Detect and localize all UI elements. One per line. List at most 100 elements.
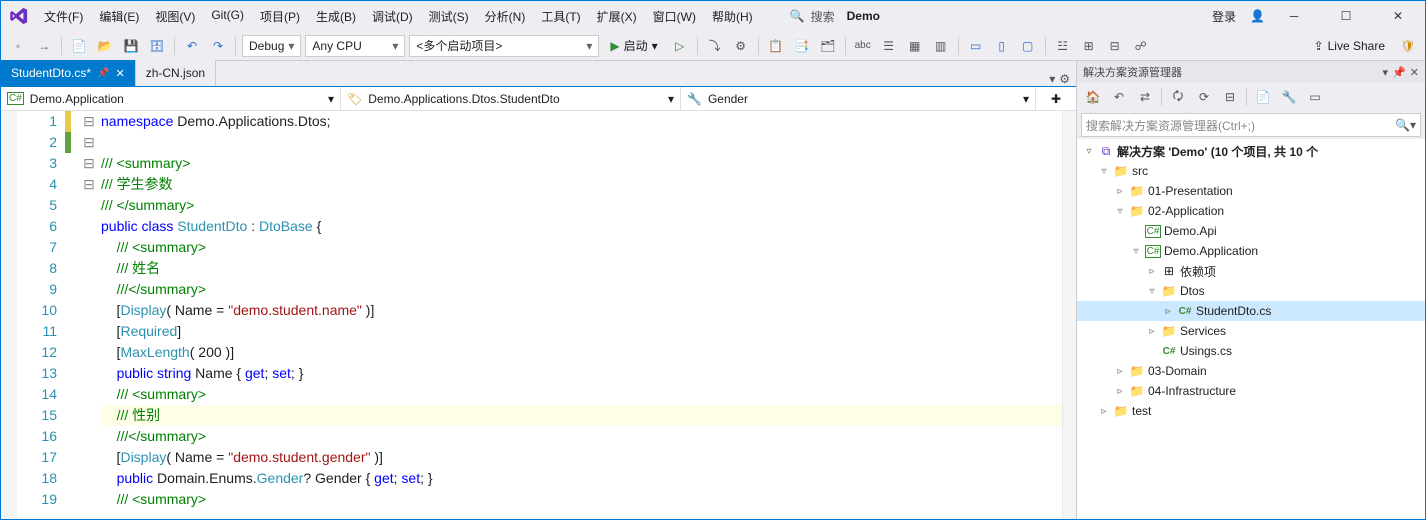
tree-row[interactable]: ▿📁Dtos: [1077, 281, 1425, 301]
tree-row[interactable]: C#Usings.cs: [1077, 341, 1425, 361]
sol-properties-button[interactable]: 🔧: [1277, 85, 1301, 109]
nav-type-combo[interactable]: 🏷 Demo.Applications.Dtos.StudentDto▾: [341, 87, 681, 110]
solution-search-input[interactable]: 搜索解决方案资源管理器(Ctrl+;) 🔍▾: [1081, 113, 1421, 137]
sol-back-button[interactable]: ↶: [1107, 85, 1131, 109]
solution-tree[interactable]: ▿ ⧉ 解决方案 'Demo' (10 个项目, 共 10 个 ▿📁src▹📁0…: [1077, 139, 1425, 519]
tb-c4[interactable]: ☍: [1130, 35, 1152, 57]
redo-button[interactable]: ↷: [207, 35, 229, 57]
solution-root[interactable]: ▿ ⧉ 解决方案 'Demo' (10 个项目, 共 10 个: [1077, 141, 1425, 161]
platform-combo[interactable]: Any CPU▾: [305, 35, 405, 57]
step-button[interactable]: ⤵: [704, 35, 726, 57]
tb-x3[interactable]: 🗂: [817, 35, 839, 57]
admin-icon[interactable]: 🛡: [1397, 35, 1419, 57]
tb-b1[interactable]: ▭: [965, 35, 987, 57]
nav-member-combo[interactable]: 🔧 Gender▾: [681, 87, 1036, 110]
new-project-button[interactable]: 📄: [68, 35, 90, 57]
tab-zhcn[interactable]: zh-CN.json: [136, 60, 216, 86]
config-button[interactable]: ⚙: [730, 35, 752, 57]
title-search[interactable]: 🔍 搜索: [790, 8, 835, 25]
tb-x1[interactable]: 📋: [765, 35, 787, 57]
menu-item[interactable]: 编辑(E): [92, 4, 146, 29]
tree-row[interactable]: ▿C#Demo.Application: [1077, 241, 1425, 261]
tree-row[interactable]: ▿📁src: [1077, 161, 1425, 181]
tab-label: StudentDto.cs*: [11, 66, 91, 80]
pin-icon[interactable]: 📌: [97, 68, 109, 79]
tb-b2[interactable]: ▯: [991, 35, 1013, 57]
sol-collapse-button[interactable]: ⊟: [1218, 85, 1242, 109]
tb-x2[interactable]: 📑: [791, 35, 813, 57]
split-button[interactable]: ✚: [1036, 87, 1076, 110]
undo-button[interactable]: ↶: [181, 35, 203, 57]
sol-sync-button[interactable]: 🗘: [1166, 85, 1190, 109]
tree-row[interactable]: ▿📁02-Application: [1077, 201, 1425, 221]
tree-row[interactable]: ▹📁01-Presentation: [1077, 181, 1425, 201]
tb-c1[interactable]: ☳: [1052, 35, 1074, 57]
nav-back-button[interactable]: ◦: [7, 35, 29, 57]
menu-item[interactable]: 分析(N): [478, 4, 533, 29]
maximize-button[interactable]: ☐: [1323, 1, 1369, 31]
tree-row[interactable]: ▹📁test: [1077, 401, 1425, 421]
tb-b3[interactable]: ▢: [1017, 35, 1039, 57]
tb-c2[interactable]: ⊞: [1078, 35, 1100, 57]
sol-refresh-button[interactable]: ⟳: [1192, 85, 1216, 109]
tab-studentdto[interactable]: StudentDto.cs* 📌 ✕: [1, 60, 136, 86]
sol-home-button[interactable]: 🏠: [1081, 85, 1105, 109]
tree-label: 04-Infrastructure: [1148, 384, 1236, 398]
menu-item[interactable]: 扩展(X): [590, 4, 644, 29]
tb-c3[interactable]: ⊟: [1104, 35, 1126, 57]
start-button[interactable]: ▶启动▾: [603, 35, 664, 57]
nav-fwd-button[interactable]: →: [33, 35, 55, 57]
user-icon[interactable]: 👤: [1250, 9, 1265, 23]
sol-showall-button[interactable]: 📄: [1251, 85, 1275, 109]
menu-item[interactable]: 窗口(W): [646, 4, 703, 29]
menu-item[interactable]: Git(G): [204, 4, 251, 29]
panel-close-icon[interactable]: ✕: [1410, 66, 1419, 79]
menu-item[interactable]: 文件(F): [37, 4, 90, 29]
tree-row[interactable]: ▹📁04-Infrastructure: [1077, 381, 1425, 401]
fold-column[interactable]: ⊟ ⊟⊟ ⊟: [81, 111, 97, 519]
menu-item[interactable]: 生成(B): [309, 4, 363, 29]
liveshare-button[interactable]: ⇪ Live Share: [1306, 39, 1393, 53]
start-no-debug-button[interactable]: ▷: [669, 35, 691, 57]
save-button[interactable]: 💾: [120, 35, 142, 57]
save-all-button[interactable]: 🗄: [146, 35, 168, 57]
tree-row[interactable]: ▹📁03-Domain: [1077, 361, 1425, 381]
panel-menu-icon[interactable]: ▾: [1383, 66, 1389, 79]
open-button[interactable]: 📂: [94, 35, 116, 57]
code-editor[interactable]: 12345678910111213141516171819 ⊟ ⊟⊟ ⊟ nam…: [1, 111, 1076, 519]
code-content[interactable]: namespace Demo.Applications.Dtos; /// <s…: [97, 111, 1076, 519]
nav-project-combo[interactable]: C# Demo.Application▾: [1, 87, 341, 110]
pin-icon[interactable]: 📌: [1392, 66, 1406, 79]
tree-row[interactable]: ▹C#StudentDto.cs: [1077, 301, 1425, 321]
tab-overflow-icon[interactable]: ▾: [1049, 72, 1055, 86]
search-label: 搜索: [811, 8, 835, 25]
tb-a1[interactable]: abc: [852, 35, 874, 57]
overview-ruler[interactable]: [1062, 111, 1076, 519]
menu-item[interactable]: 调试(D): [365, 4, 420, 29]
tb-a2[interactable]: ☰: [878, 35, 900, 57]
startup-combo[interactable]: <多个启动项目>▾: [409, 35, 599, 57]
tree-row[interactable]: ▹⊞依赖项: [1077, 261, 1425, 281]
tree-label: 01-Presentation: [1148, 184, 1233, 198]
menu-item[interactable]: 帮助(H): [705, 4, 760, 29]
menu-item[interactable]: 测试(S): [422, 4, 476, 29]
sol-switch-button[interactable]: ⇄: [1133, 85, 1157, 109]
sol-preview-button[interactable]: ▭: [1303, 85, 1327, 109]
tree-label: Demo.Application: [1164, 244, 1258, 258]
tab-settings-icon[interactable]: ⚙: [1059, 72, 1070, 86]
login-link[interactable]: 登录: [1204, 6, 1244, 27]
tab-close-icon[interactable]: ✕: [116, 67, 125, 80]
tb-a4[interactable]: ▥: [930, 35, 952, 57]
tree-row[interactable]: ▹📁Services: [1077, 321, 1425, 341]
menu-item[interactable]: 视图(V): [148, 4, 202, 29]
menu-item[interactable]: 项目(P): [253, 4, 307, 29]
menu-item[interactable]: 工具(T): [534, 4, 587, 29]
close-button[interactable]: ✕: [1375, 1, 1421, 31]
minimize-button[interactable]: ─: [1271, 1, 1317, 31]
class-icon: 🏷: [347, 92, 362, 106]
solution-explorer-panel: 解决方案资源管理器 ▾ 📌 ✕ 🏠 ↶ ⇄ 🗘 ⟳ ⊟ 📄 🔧 ▭ 搜索解决方案…: [1077, 61, 1425, 519]
main-toolbar: ◦ → 📄 📂 💾 🗄 ↶ ↷ Debug▾ Any CPU▾ <多个启动项目>…: [1, 31, 1425, 61]
tb-a3[interactable]: ▦: [904, 35, 926, 57]
config-combo[interactable]: Debug▾: [242, 35, 301, 57]
tree-row[interactable]: C#Demo.Api: [1077, 221, 1425, 241]
